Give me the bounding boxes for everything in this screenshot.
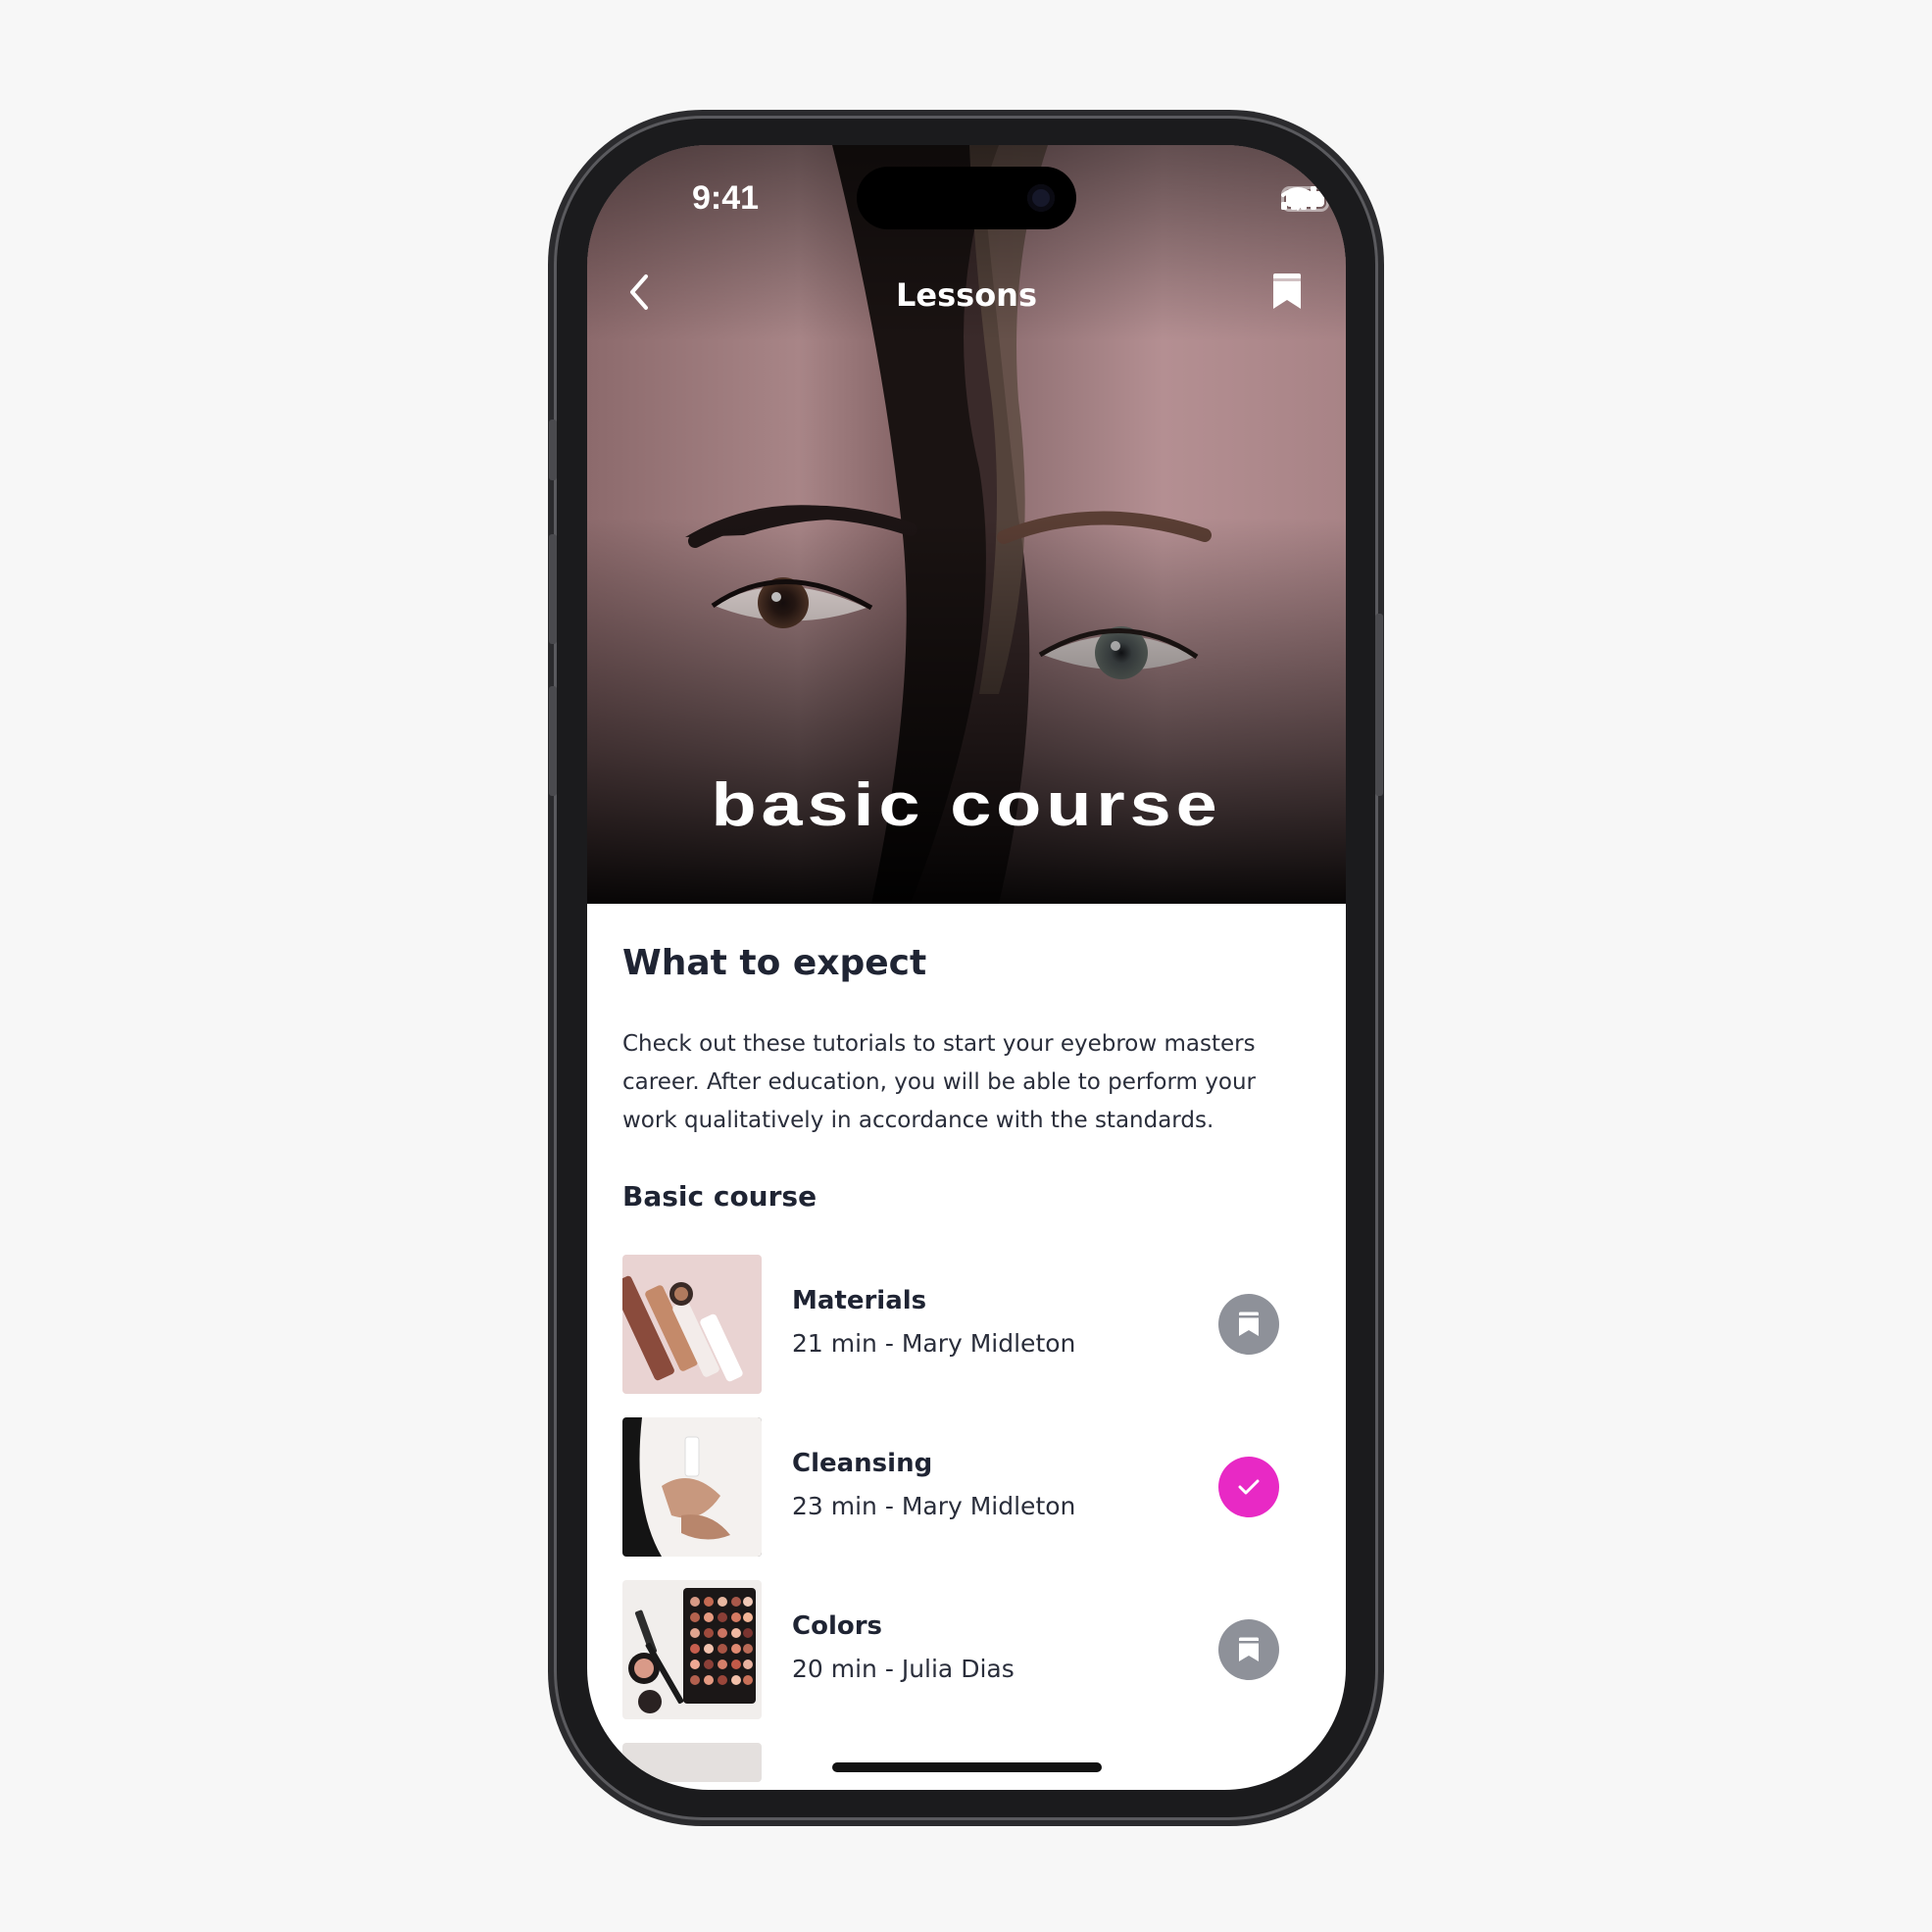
- lesson-thumbnail: [622, 1255, 762, 1394]
- lesson-item-materials[interactable]: Materials 21 min - Mary Midleton: [622, 1255, 1311, 1394]
- lesson-thumbnail: [622, 1580, 762, 1719]
- status-time: 9:41: [691, 179, 760, 217]
- lesson-title: Cleansing: [792, 1449, 933, 1478]
- back-button[interactable]: [626, 272, 675, 322]
- course-description: Check out these tutorials to start your …: [622, 1031, 1256, 1133]
- bookmark-icon: [1273, 273, 1301, 309]
- bookmark-icon: [1239, 1312, 1259, 1336]
- power-button: [1375, 614, 1383, 796]
- volume-up-button: [549, 534, 557, 644]
- battery-icon: [1281, 186, 1334, 212]
- basic-course-heading: Basic course: [622, 1180, 817, 1213]
- save-lesson-button[interactable]: [1218, 1294, 1279, 1355]
- what-to-expect-heading: What to expect: [622, 943, 927, 983]
- lesson-meta: 20 min - Julia Dias: [792, 1655, 1015, 1683]
- bookmark-icon: [1239, 1637, 1259, 1661]
- lesson-thumbnail: [622, 1417, 762, 1557]
- nav-title: Lessons: [896, 276, 1037, 314]
- save-lesson-button[interactable]: [1218, 1619, 1279, 1680]
- hero-banner: 9:41 Lessons basic course: [587, 145, 1346, 904]
- front-camera: [1027, 184, 1055, 212]
- checkmark-icon: [1238, 1479, 1260, 1495]
- lesson-meta: 21 min - Mary Midleton: [792, 1329, 1076, 1358]
- lesson-item-colors[interactable]: Colors 20 min - Julia Dias: [622, 1580, 1311, 1719]
- lesson-title: Colors: [792, 1611, 883, 1641]
- app-screen: 9:41 Lessons basic course What to expect…: [587, 145, 1346, 1790]
- dynamic-island: [857, 167, 1076, 229]
- lesson-item-cleansing[interactable]: Cleansing 23 min - Mary Midleton: [622, 1417, 1311, 1557]
- hero-title: basic course: [711, 771, 1222, 839]
- lesson-title: Materials: [792, 1286, 927, 1315]
- chevron-left-icon: [630, 274, 648, 310]
- lesson-completed-badge[interactable]: [1218, 1457, 1279, 1517]
- bookmark-button[interactable]: [1271, 272, 1320, 322]
- home-indicator[interactable]: [832, 1762, 1102, 1772]
- action-button: [549, 420, 557, 480]
- volume-down-button: [549, 686, 557, 796]
- lesson-thumbnail: [622, 1743, 762, 1782]
- lesson-meta: 23 min - Mary Midleton: [792, 1492, 1076, 1520]
